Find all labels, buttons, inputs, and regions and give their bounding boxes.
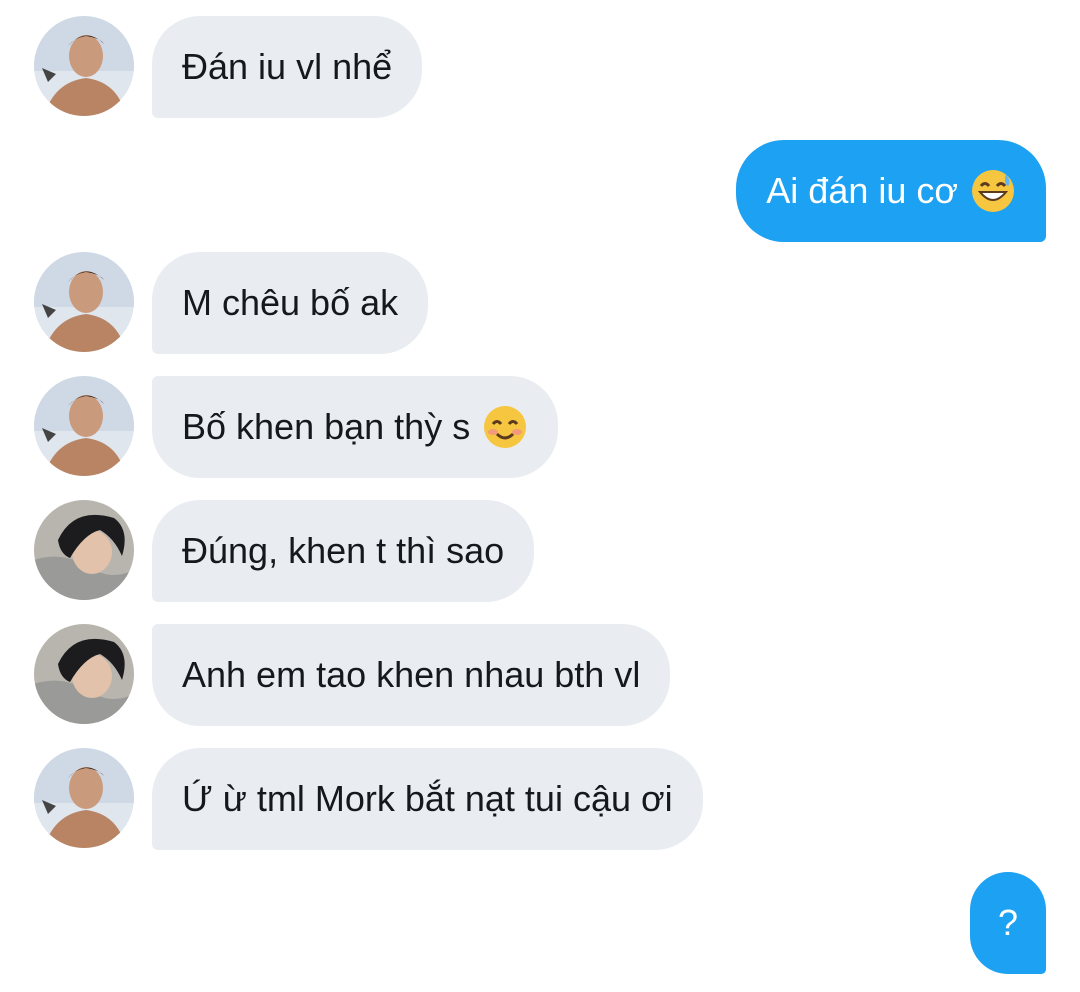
message-bubble[interactable]: M chêu bố ak: [152, 252, 429, 354]
avatar[interactable]: [34, 500, 134, 600]
message-text: Đán iu vl nhể: [182, 46, 393, 87]
avatar[interactable]: [34, 748, 134, 848]
avatar[interactable]: [34, 16, 134, 116]
message-row: Anh em tao khen nhau bth vl: [0, 624, 1080, 726]
message-text: Ai đán iu cơ: [766, 170, 958, 211]
message-bubble[interactable]: Ứ ừ tml Mork bắt nạt tui cậu ơi: [152, 748, 703, 850]
message-bubble[interactable]: Đán iu vl nhể: [152, 16, 423, 118]
message-row: Ứ ừ tml Mork bắt nạt tui cậu ơi: [0, 748, 1080, 850]
message-text: Bố khen bạn thỳ s: [182, 406, 471, 447]
message-bubble[interactable]: Đúng, khen t thì sao: [152, 500, 535, 602]
message-text: Đúng, khen t thì sao: [182, 530, 505, 571]
avatar[interactable]: [34, 624, 134, 724]
message-bubble[interactable]: ?: [969, 872, 1046, 974]
avatar[interactable]: [34, 252, 134, 352]
message-row: Bố khen bạn thỳ s: [0, 376, 1080, 478]
message-row: M chêu bố ak: [0, 252, 1080, 354]
avatar-image: [34, 252, 134, 352]
message-row: ?: [0, 872, 1080, 974]
avatar-image: [34, 624, 134, 724]
avatar-image: [34, 748, 134, 848]
avatar-image: [34, 16, 134, 116]
message-text: ?: [997, 902, 1018, 943]
grinning-sweat-emoji-icon: [970, 168, 1016, 214]
avatar[interactable]: [34, 376, 134, 476]
message-text: Ứ ừ tml Mork bắt nạt tui cậu ơi: [182, 778, 673, 819]
message-thread: Đán iu vl nhể Ai đán iu cơ M chêu bố ak …: [0, 0, 1080, 992]
message-row: Đúng, khen t thì sao: [0, 500, 1080, 602]
message-row: Ai đán iu cơ: [0, 140, 1080, 242]
message-text: M chêu bố ak: [182, 282, 399, 323]
avatar-image: [34, 500, 134, 600]
smiling-blush-emoji-icon: [482, 404, 528, 450]
message-bubble[interactable]: Ai đán iu cơ: [736, 140, 1046, 242]
avatar-image: [34, 376, 134, 476]
message-text: Anh em tao khen nhau bth vl: [182, 654, 641, 695]
message-row: Đán iu vl nhể: [0, 16, 1080, 118]
message-bubble[interactable]: Bố khen bạn thỳ s: [152, 376, 559, 478]
message-bubble[interactable]: Anh em tao khen nhau bth vl: [152, 624, 671, 726]
